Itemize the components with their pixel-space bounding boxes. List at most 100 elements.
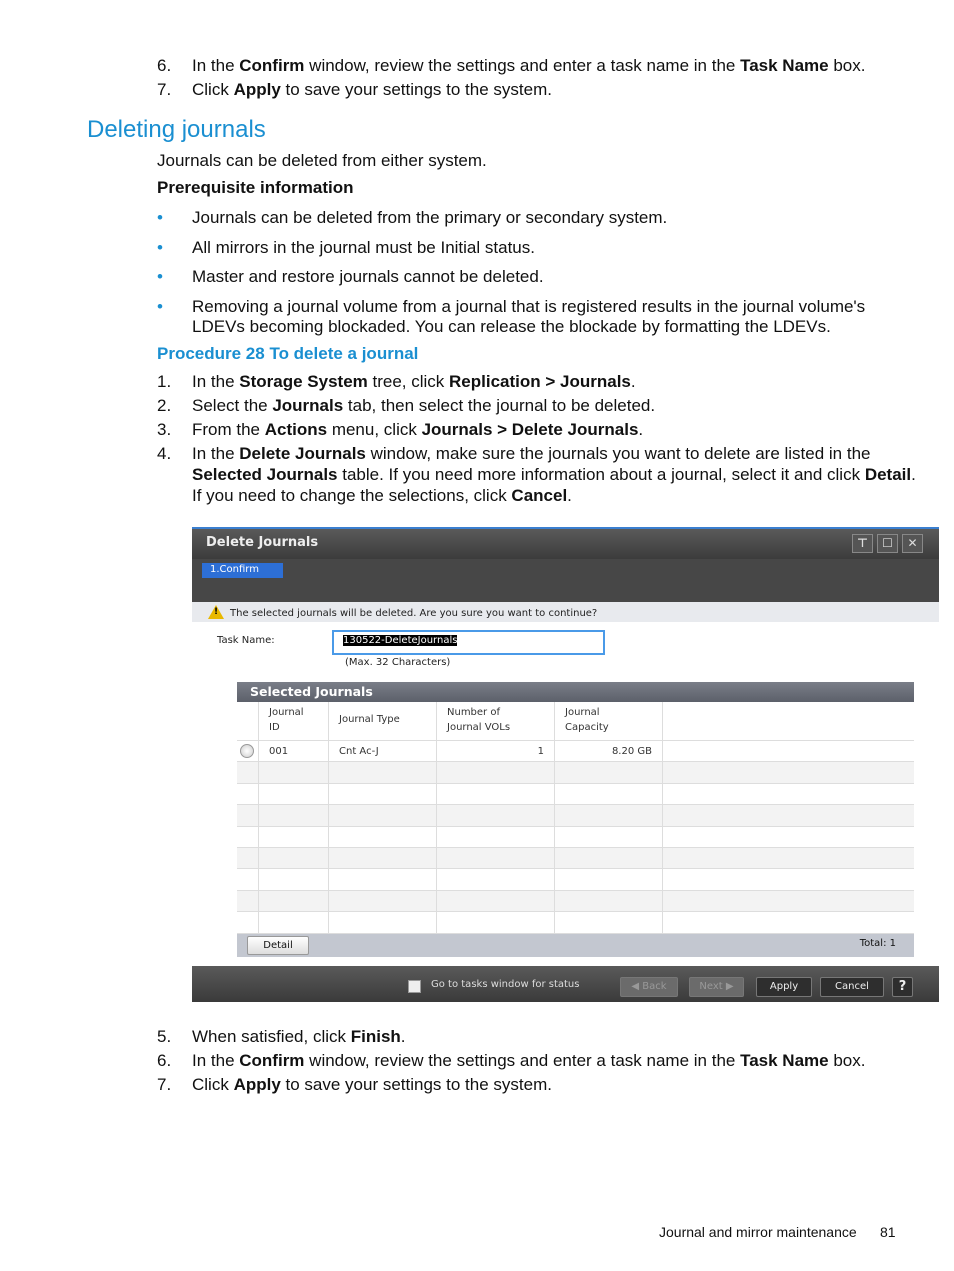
empty-row: [237, 805, 914, 827]
bullet-icon: •: [157, 297, 163, 316]
step-number: 4.: [157, 444, 172, 463]
step-text: Select the Journals tab, then select the…: [192, 395, 655, 416]
col-journal-type[interactable]: Journal Type: [329, 702, 437, 740]
footer-section: Journal and mirror maintenance: [659, 1224, 857, 1240]
empty-row: [237, 847, 914, 870]
ui-term: Confirm: [239, 1051, 305, 1070]
step-number: 5.: [157, 1027, 172, 1046]
next-button[interactable]: Next ▶: [689, 977, 744, 997]
ui-term: Detail: [864, 465, 912, 484]
table-header: Journal ID Journal Type Number of Journa…: [237, 702, 914, 741]
empty-row: [237, 826, 914, 848]
text-run: window, review the settings and enter a …: [304, 56, 741, 75]
ui-term: Finish: [350, 1027, 401, 1046]
bullet-text: Removing a journal volume from a journal…: [192, 297, 866, 316]
ui-term: Cancel: [511, 486, 568, 505]
step-number: 7.: [157, 80, 172, 99]
text-run: window, review the settings and enter a …: [304, 1051, 741, 1070]
text-run: In the: [192, 56, 240, 75]
text-run: In the: [192, 1051, 240, 1070]
cell-vols: 1: [437, 741, 555, 762]
bullet-text: All mirrors in the journal must be Initi…: [192, 238, 535, 257]
task-name-input[interactable]: 130522-DeleteJournals: [332, 630, 605, 655]
cancel-button[interactable]: Cancel: [820, 977, 884, 997]
pin-icon[interactable]: ⊤: [852, 534, 873, 553]
text-run: window, make sure the journals you want …: [365, 444, 871, 463]
step-number: 3.: [157, 420, 172, 439]
step-text: In the Delete Journals window, make sure…: [192, 443, 871, 464]
maximize-icon[interactable]: ☐: [877, 534, 898, 553]
section-title: Deleting journals: [87, 116, 266, 143]
bullet-text: LDEVs becoming blockaded. You can releas…: [192, 317, 831, 336]
apply-button[interactable]: Apply: [756, 977, 812, 997]
goto-tasks-checkbox[interactable]: [408, 980, 421, 993]
empty-row: [237, 762, 914, 784]
bullet-icon: •: [157, 208, 163, 227]
help-button[interactable]: ?: [892, 977, 913, 997]
text-run: .: [400, 1027, 406, 1046]
text-run: .: [567, 486, 572, 505]
ui-term: Journals: [272, 396, 344, 415]
step-text: When satisfied, click Finish.: [192, 1026, 406, 1047]
back-button[interactable]: ◀ Back: [620, 977, 678, 997]
text-run: tree, click: [367, 372, 450, 391]
task-name-label: Task Name:: [217, 635, 275, 646]
detail-button[interactable]: Detail: [247, 935, 309, 955]
text-run: Click: [192, 1075, 234, 1094]
step-text: In the Confirm window, review the settin…: [192, 1050, 865, 1071]
row-radio[interactable]: [240, 744, 254, 758]
step-number: 6.: [157, 56, 172, 75]
warning-icon: !: [208, 605, 224, 619]
intro-text: Journals can be deleted from either syst…: [157, 151, 487, 170]
ui-term: Delete Journals: [239, 444, 366, 463]
cell-capacity: 8.20 GB: [555, 741, 663, 762]
table-title: Selected Journals: [237, 682, 914, 702]
empty-row: [237, 912, 914, 934]
text-run: In the: [192, 444, 240, 463]
step-text: If you need to change the selections, cl…: [192, 485, 572, 506]
text-run: Click: [192, 80, 234, 99]
ui-term: Storage System: [239, 372, 368, 391]
dialog-title-bar: Delete Journals ⊤ ☐ ✕: [192, 529, 939, 559]
step-number: 1.: [157, 372, 172, 391]
warning-text: The selected journals will be deleted. A…: [230, 608, 598, 619]
bullet-text: Master and restore journals cannot be de…: [192, 267, 544, 286]
table-footer: Detail Total: 1: [237, 933, 914, 957]
text-run: From the: [192, 420, 265, 439]
goto-tasks-label: Go to tasks window for status: [431, 979, 580, 990]
step-confirm[interactable]: 1.Confirm: [202, 563, 283, 578]
text-run: .: [638, 420, 644, 439]
dialog-title: Delete Journals: [206, 535, 319, 550]
close-icon[interactable]: ✕: [902, 534, 923, 553]
step-number: 7.: [157, 1075, 172, 1094]
wizard-steps: 1.Confirm: [192, 559, 939, 602]
bullet-text: Journals can be deleted from the primary…: [192, 208, 668, 227]
step-number: 2.: [157, 396, 172, 415]
ui-term: Apply: [233, 1075, 281, 1094]
text-run: .: [911, 465, 916, 484]
text-run: box.: [828, 56, 866, 75]
ui-term: Task Name: [740, 1051, 829, 1070]
step-text: From the Actions menu, click Journals > …: [192, 419, 643, 440]
ui-term: Journals > Delete Journals: [421, 420, 639, 439]
col-num-vols[interactable]: Number of Journal VOLs: [437, 702, 555, 740]
ui-term: Confirm: [239, 56, 305, 75]
empty-row: [237, 869, 914, 891]
step-text: In the Confirm window, review the settin…: [192, 55, 865, 76]
text-run: box.: [828, 1051, 866, 1070]
col-capacity[interactable]: Journal Capacity: [555, 702, 663, 740]
text-run: menu, click: [327, 420, 422, 439]
ui-term: Actions: [264, 420, 328, 439]
text-run: to save your settings to the system.: [280, 1075, 552, 1094]
cell-id: 001: [259, 741, 329, 762]
prereq-title: Prerequisite information: [157, 178, 354, 197]
table-row[interactable]: 001 Cnt Ac-J 1 8.20 GB: [237, 741, 914, 763]
ui-term: Task Name: [740, 56, 829, 75]
empty-row: [237, 890, 914, 913]
bullet-icon: •: [157, 238, 163, 257]
delete-journals-dialog: Delete Journals ⊤ ☐ ✕ 1.Confirm ! The sel…: [192, 527, 939, 1002]
col-journal-id[interactable]: Journal ID: [259, 702, 329, 740]
ui-term: Replication > Journals: [449, 372, 631, 391]
text-run: Select the: [192, 396, 273, 415]
step-number: 6.: [157, 1051, 172, 1070]
